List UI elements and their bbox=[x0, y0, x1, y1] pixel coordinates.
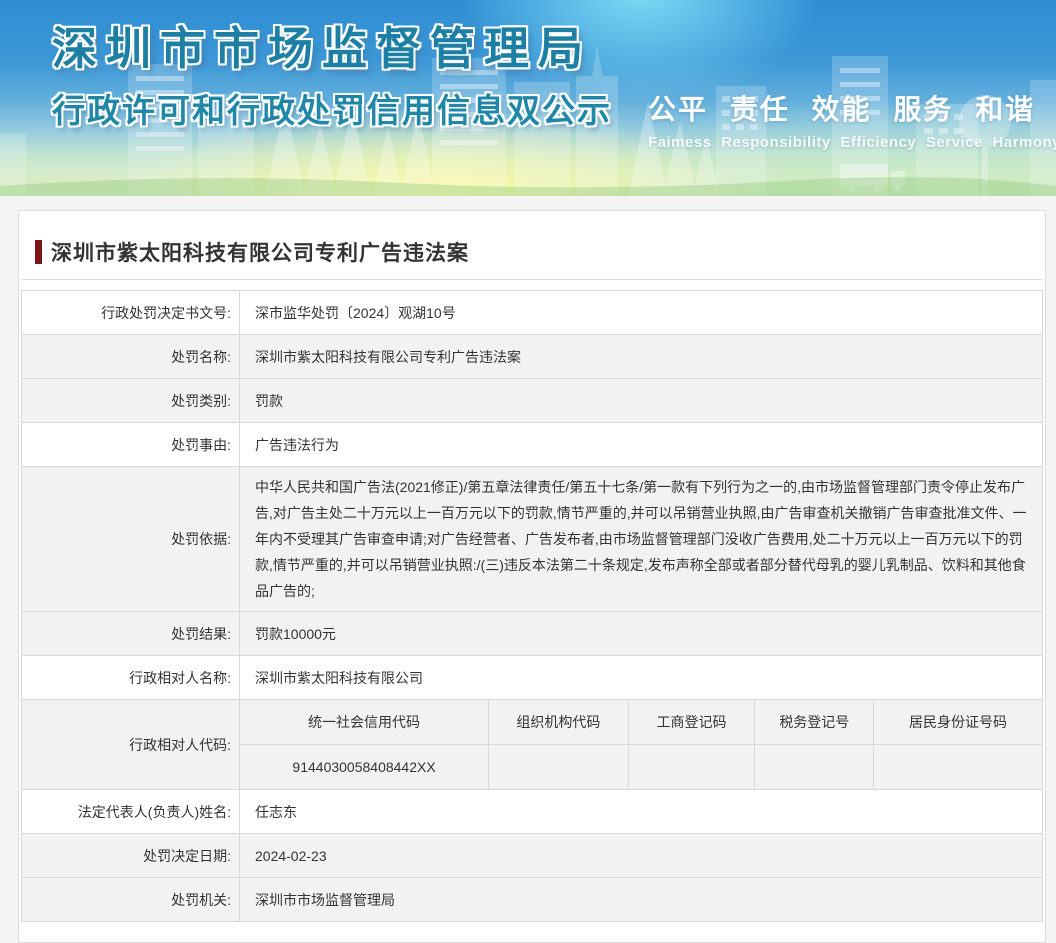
code-column-header: 统一社会信用代码 bbox=[308, 713, 421, 730]
codes-value-row: 9144030058408442XX bbox=[240, 743, 1042, 789]
table-row-counterpart-name: 行政相对人名称: 深圳市紫太阳科技有限公司 bbox=[21, 655, 1043, 700]
case-title-row: 深圳市紫太阳科技有限公司专利广告违法案 bbox=[35, 239, 1043, 265]
row-value: 罚款10000元 bbox=[239, 611, 1043, 656]
row-label: 处罚名称: bbox=[21, 334, 240, 379]
row-label: 行政处罚决定书文号: bbox=[21, 290, 240, 335]
row-value: 中华人民共和国广告法(2021修正)/第五章法律责任/第五十七条/第一款有下列行… bbox=[239, 466, 1043, 612]
row-label: 处罚类别: bbox=[21, 378, 240, 423]
row-label: 行政相对人名称: bbox=[21, 655, 240, 700]
row-label: 处罚机关: bbox=[21, 877, 240, 922]
case-title: 深圳市紫太阳科技有限公司专利广告违法案 bbox=[51, 242, 469, 265]
row-value: 罚款 bbox=[239, 378, 1043, 423]
table-row-legal-representative: 法定代表人(负责人)姓名: 任志东 bbox=[21, 789, 1043, 834]
row-value: 广告违法行为 bbox=[239, 422, 1043, 467]
row-value: 深市监华处罚〔2024〕观湖10号 bbox=[239, 290, 1043, 335]
codes-nested-cell: 统一社会信用代码 组织机构代码 工商登记码 税务登记号 居民身份证号码 9144… bbox=[239, 699, 1043, 790]
slogan-chinese: 公平 责任 效能 服务 和谐 bbox=[648, 94, 1036, 125]
code-column-header: 税务登记号 bbox=[754, 700, 874, 744]
row-label: 行政相对人代码: bbox=[21, 699, 240, 790]
row-label: 处罚依据: bbox=[21, 466, 240, 612]
content-card: 深圳市紫太阳科技有限公司专利广告违法案 行政处罚决定书文号: 深市监华处罚〔20… bbox=[18, 210, 1046, 943]
slogan-english: Faimess Responsibility Efficiency Servic… bbox=[648, 134, 1056, 151]
table-row-decision-date: 处罚决定日期: 2024-02-23 bbox=[21, 833, 1043, 878]
title-accent-bar bbox=[35, 240, 42, 264]
penalty-info-table: 行政处罚决定书文号: 深市监华处罚〔2024〕观湖10号 处罚名称: 深圳市紫太… bbox=[21, 290, 1043, 922]
tax-reg-code-value bbox=[754, 743, 874, 789]
table-row-penalty-category: 处罚类别: 罚款 bbox=[21, 378, 1043, 423]
row-value: 深圳市紫太阳科技有限公司 bbox=[239, 655, 1043, 700]
banner-slogan: 公平 责任 效能 服务 和谐 Faimess Responsibility Ef… bbox=[648, 88, 1056, 151]
title-divider bbox=[21, 279, 1043, 280]
row-value: 任志东 bbox=[239, 789, 1043, 834]
row-value: 深圳市市场监督管理局 bbox=[239, 877, 1043, 922]
table-row-penalty-reason: 处罚事由: 广告违法行为 bbox=[21, 422, 1043, 467]
row-label: 处罚结果: bbox=[21, 611, 240, 656]
codes-table: 统一社会信用代码 组织机构代码 工商登记码 税务登记号 居民身份证号码 9144… bbox=[240, 700, 1042, 789]
row-value: 2024-02-23 bbox=[239, 833, 1043, 878]
id-number-value bbox=[873, 743, 1042, 789]
page: { "header": { "org_name": "深圳市市场监督管理局", … bbox=[0, 0, 1056, 943]
row-value: 深圳市紫太阳科技有限公司专利广告违法案 bbox=[239, 334, 1043, 379]
banner-org-name: 深圳市市场监督管理局 bbox=[52, 23, 593, 74]
codes-header-row: 统一社会信用代码 组织机构代码 工商登记码 税务登记号 居民身份证号码 bbox=[240, 700, 1042, 744]
row-label: 法定代表人(负责人)姓名: bbox=[21, 789, 240, 834]
table-row-penalty-result: 处罚结果: 罚款10000元 bbox=[21, 611, 1043, 656]
business-reg-code-value bbox=[627, 743, 755, 789]
banner: 深圳市市场监督管理局 行政许可和行政处罚信用信息双公示 公平 责任 效能 服务 … bbox=[0, 0, 1056, 196]
table-row-penalty-basis: 处罚依据: 中华人民共和国广告法(2021修正)/第五章法律责任/第五十七条/第… bbox=[21, 466, 1043, 612]
table-row-penalty-authority: 处罚机关: 深圳市市场监督管理局 bbox=[21, 877, 1043, 922]
banner-subtitle: 行政许可和行政处罚信用信息双公示 bbox=[52, 92, 612, 129]
table-row-counterpart-codes: 行政相对人代码: 统一社会信用代码 组织机构代码 工商登记码 税务登记号 居民身… bbox=[21, 699, 1043, 790]
row-label: 处罚事由: bbox=[21, 422, 240, 467]
table-row-decision-number: 行政处罚决定书文号: 深市监华处罚〔2024〕观湖10号 bbox=[21, 290, 1043, 335]
code-column-header: 工商登记码 bbox=[627, 700, 755, 744]
code-column-header: 居民身份证号码 bbox=[873, 700, 1042, 744]
table-row-penalty-name: 处罚名称: 深圳市紫太阳科技有限公司专利广告违法案 bbox=[21, 334, 1043, 379]
row-label: 处罚决定日期: bbox=[21, 833, 240, 878]
credit-code-value: 9144030058408442XX bbox=[240, 743, 489, 789]
code-column-header: 组织机构代码 bbox=[488, 700, 629, 744]
org-code-value bbox=[488, 743, 629, 789]
